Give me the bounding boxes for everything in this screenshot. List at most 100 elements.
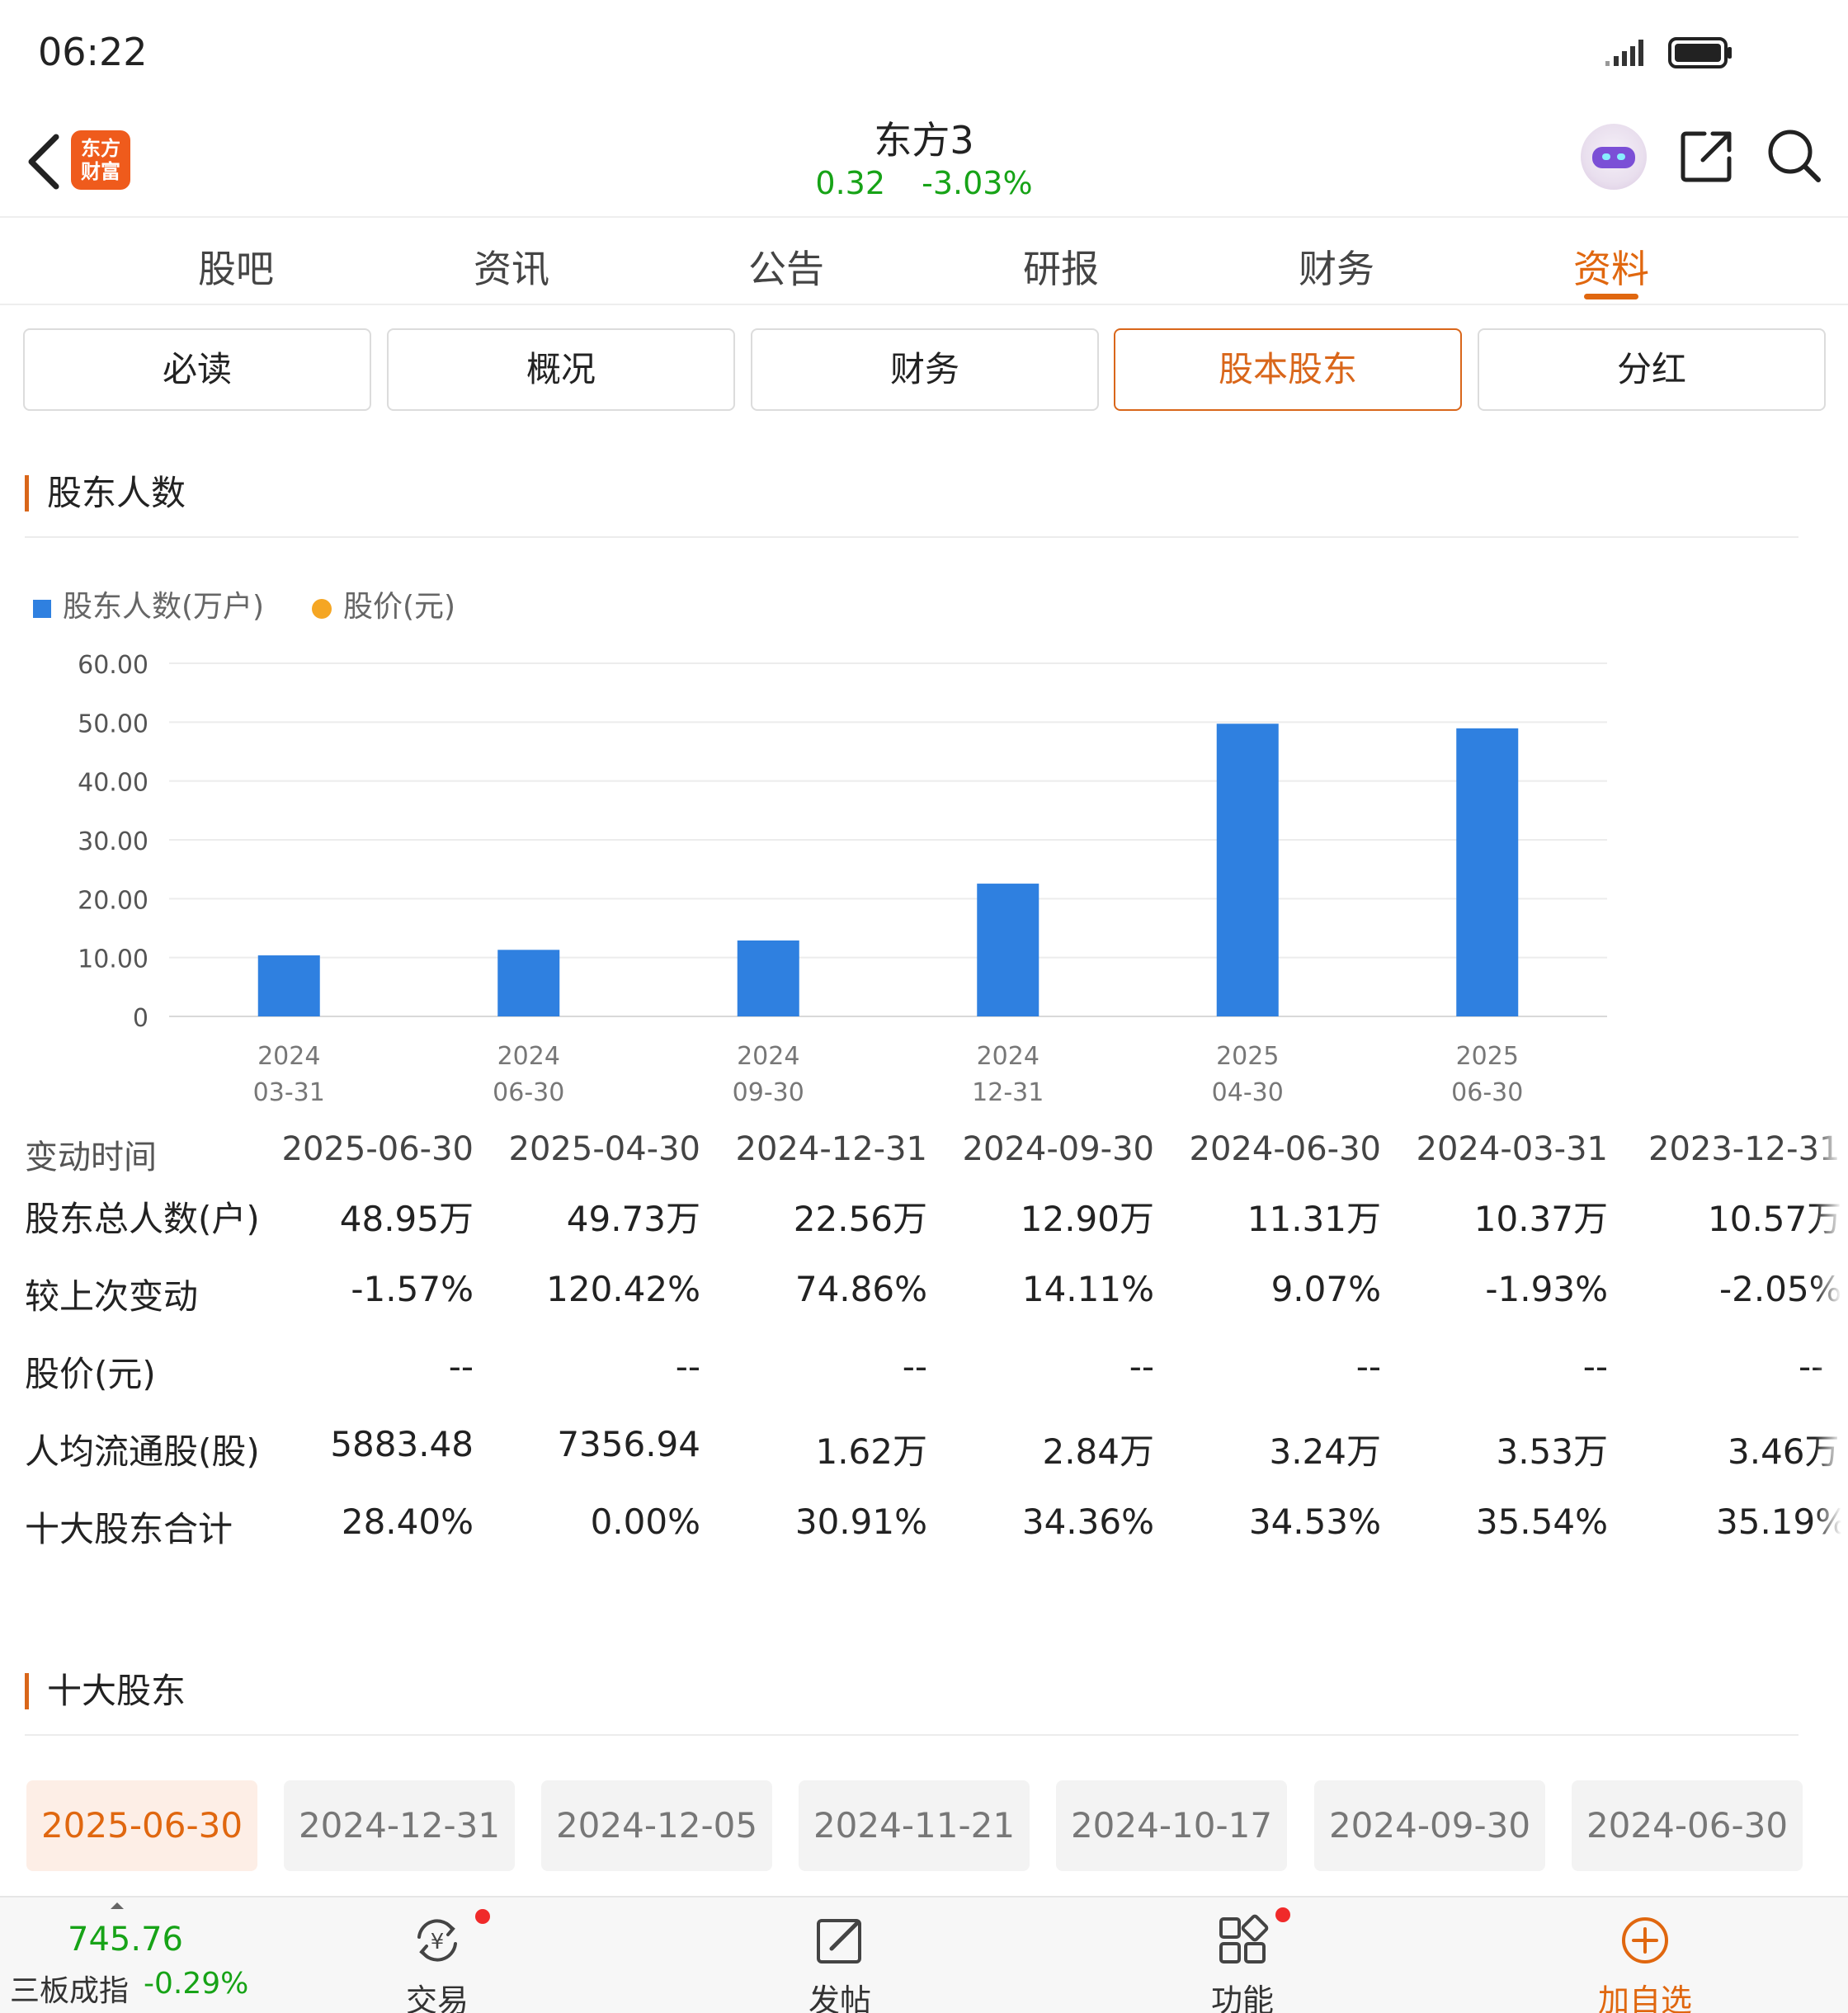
table-cell: 3.24万	[1269, 1431, 1381, 1472]
bar	[1216, 724, 1279, 1016]
x-tick-label: 09-30	[733, 1078, 804, 1107]
table-date: 2024-03-31	[1416, 1130, 1608, 1168]
table-cell: -1.93%	[1485, 1269, 1608, 1309]
row-label: 股价(元)	[25, 1354, 156, 1394]
status-bar: 06:22	[0, 0, 1848, 107]
table-cell: 2.84万	[1042, 1431, 1154, 1472]
y-tick-label: 30.00	[78, 827, 148, 856]
table-cell: 14.11%	[1021, 1269, 1154, 1309]
stock-change: -3.03%	[922, 165, 1033, 201]
stock-quote: 0.32 -3.03%	[0, 165, 1848, 201]
row-label: 较上次变动	[25, 1276, 199, 1317]
tab-announcements[interactable]: 公告	[704, 239, 869, 294]
signal-icon	[1605, 40, 1643, 66]
tab-guba[interactable]: 股吧	[153, 239, 318, 294]
subtab-finance[interactable]: 财务	[751, 328, 1099, 411]
table-cell: 120.42%	[546, 1269, 700, 1309]
table-cell: 7356.94	[557, 1424, 700, 1464]
table-cell: 28.40%	[341, 1502, 474, 1542]
y-tick-label: 60.00	[78, 651, 148, 680]
date-chip[interactable]: 2024-11-21	[799, 1780, 1030, 1871]
table-cell: --	[902, 1346, 927, 1387]
y-tick-label: 50.00	[78, 710, 148, 738]
tab-profile[interactable]: 资料	[1529, 239, 1694, 294]
stock-title: 东方3	[874, 118, 974, 163]
table-date: 2024-06-30	[1189, 1130, 1381, 1168]
table-cell: --	[1582, 1346, 1608, 1387]
table-cell: 74.86%	[794, 1269, 927, 1309]
post-icon	[817, 1919, 861, 1964]
legend-price: 股价(元)	[312, 582, 455, 625]
table-cell: 11.31万	[1247, 1199, 1381, 1239]
bar	[1456, 728, 1519, 1016]
x-tick-label: 03-31	[253, 1078, 325, 1107]
table-date: 2024-09-30	[962, 1130, 1154, 1168]
date-chip[interactable]: 2025-06-30	[26, 1780, 257, 1871]
y-tick-label: 40.00	[78, 769, 148, 798]
table-date: 2024-12-31	[735, 1130, 927, 1168]
x-tick-label: 2024	[737, 1042, 799, 1071]
table-cell: 10.37万	[1473, 1199, 1608, 1239]
main-tab-bar: 股吧 资讯 公告 研报 财务 资料	[0, 216, 1848, 305]
caret-up-icon[interactable]	[111, 1902, 124, 1909]
table-cell: 0.00%	[590, 1502, 700, 1542]
search-icon[interactable]	[1766, 127, 1823, 185]
table-cell: 34.53%	[1248, 1502, 1381, 1542]
tab-news[interactable]: 资讯	[429, 239, 594, 294]
svg-text:¥: ¥	[431, 1930, 445, 1954]
subtab-shares-shareholders[interactable]: 股本股东	[1114, 328, 1462, 411]
bar	[737, 940, 799, 1016]
post-button[interactable]: 发帖	[766, 1904, 914, 2013]
x-tick-label: 2025	[1456, 1042, 1519, 1071]
table-cell: --	[675, 1346, 700, 1387]
table-cell: 49.73万	[566, 1199, 700, 1239]
trade-button[interactable]: ¥ 交易	[363, 1904, 512, 2013]
stock-header: 东方 财富 东方3 0.32 -3.03%	[0, 107, 1848, 216]
index-value[interactable]: 745.76	[68, 1921, 183, 1959]
tab-research[interactable]: 研报	[978, 239, 1143, 294]
table-cell: 1.62万	[815, 1431, 927, 1472]
legend-shareholders: 股东人数(万户)	[33, 582, 264, 625]
date-chip[interactable]: 2024-06-30	[1572, 1780, 1803, 1871]
row-label: 十大股东合计	[25, 1509, 233, 1549]
subtab-overview[interactable]: 概况	[387, 328, 735, 411]
share-icon[interactable]	[1678, 127, 1736, 185]
functions-button[interactable]: 功能	[1168, 1904, 1317, 2013]
section-divider	[25, 536, 1798, 538]
x-tick-label: 2024	[977, 1042, 1040, 1071]
table-cell: 34.36%	[1021, 1502, 1154, 1542]
date-chip[interactable]: 2024-10-17	[1056, 1780, 1287, 1871]
table-header-label: 变动时间	[25, 1138, 157, 1176]
date-chip[interactable]: 2024-09-30	[1314, 1780, 1545, 1871]
add-watchlist-button[interactable]: 加自选	[1571, 1904, 1719, 2013]
bottom-bar: 745.76 三板成指 -0.29% ¥ 交易 发帖 功能 加自选	[0, 1896, 1848, 2013]
y-tick-label: 10.00	[78, 945, 148, 974]
ai-assistant-icon[interactable]	[1581, 124, 1647, 190]
trade-icon: ¥	[417, 1919, 457, 1962]
bar	[497, 950, 560, 1016]
active-tab-indicator	[1584, 294, 1638, 299]
table-cell: 30.91%	[794, 1502, 927, 1542]
index-change[interactable]: -0.29%	[144, 1967, 248, 2001]
index-name[interactable]: 三板成指	[10, 1967, 129, 2010]
shareholder-change-table: 变动时间 2025-06-30 2025-04-30 2024-12-31 20…	[0, 1122, 1848, 1551]
shareholder-bar-chart: 60.00 50.00 40.00 30.00 20.00 10.00 0 2024 03-31…	[78, 651, 1607, 1107]
subtab-dividends[interactable]: 分红	[1478, 328, 1826, 411]
section-title-shareholder-count: 股东人数	[25, 475, 186, 512]
table-row: 股东总人数(户) 48.95万 49.73万 22.56万 12.90万 11.…	[0, 1191, 1848, 1249]
legend-swatch-shareholders	[33, 600, 51, 618]
x-tick-label: 06-30	[1451, 1078, 1523, 1107]
date-chip[interactable]: 2024-12-31	[284, 1780, 515, 1871]
status-time: 06:22	[38, 30, 148, 74]
table-cell: 5883.48	[330, 1424, 474, 1464]
add-watchlist-icon	[1622, 1917, 1668, 1964]
x-tick-label: 2024	[257, 1042, 320, 1071]
table-cell: 22.56万	[793, 1199, 927, 1239]
x-tick-label: 04-30	[1212, 1078, 1284, 1107]
y-tick-label: 20.00	[78, 886, 148, 915]
table-row: 股价(元) -- -- -- -- -- -- --	[0, 1346, 1848, 1404]
tab-finance[interactable]: 财务	[1254, 239, 1419, 294]
subtab-must-read[interactable]: 必读	[23, 328, 371, 411]
table-scroll-fade	[1815, 1122, 1848, 1551]
date-chip[interactable]: 2024-12-05	[541, 1780, 772, 1871]
